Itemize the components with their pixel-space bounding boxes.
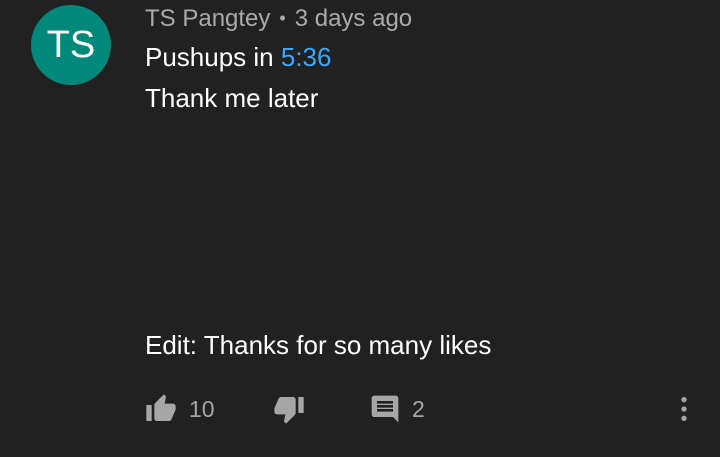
comment-line-3: Edit: Thanks for so many likes [145,330,492,360]
avatar[interactable]: TS [31,5,111,85]
reply-count: 2 [412,396,425,422]
comment-line-1: Pushups in 5:36 [145,41,331,73]
timestamp-link[interactable]: 5:36 [281,42,332,72]
avatar-initials: TS [46,23,96,66]
comment-text-prefix: Pushups in [145,42,281,72]
comment-icon [371,395,399,423]
like-button[interactable] [144,392,178,426]
more-vertical-icon [681,397,687,421]
like-count: 10 [189,396,215,422]
meta-separator: • [279,7,286,28]
author-name[interactable]: TS Pangtey [145,5,270,33]
comment-age[interactable]: 3 days ago [295,5,412,33]
comment-line-2: Thank me later [145,83,319,113]
thumbs-down-icon [274,397,304,424]
comment-actions: 10 2 [0,388,720,428]
comment-header: TS Pangtey • 3 days ago [145,4,412,34]
reply-button[interactable] [368,392,402,426]
thumbs-up-icon [146,394,176,421]
more-options-button[interactable] [667,392,701,426]
dislike-button[interactable] [272,392,306,426]
